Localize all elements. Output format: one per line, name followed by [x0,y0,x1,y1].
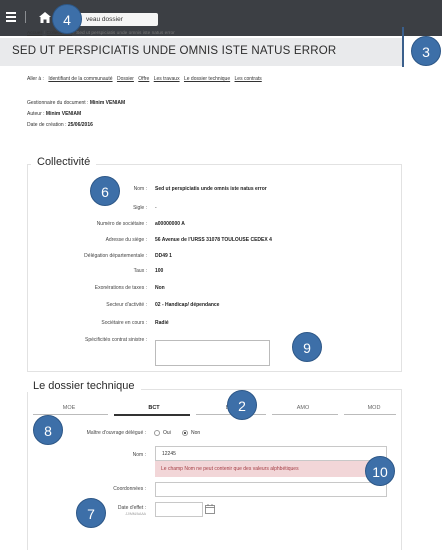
meta-created: Date de création : 25/06/2016 [27,122,93,128]
goto-link-dossier-technique[interactable]: Le dossier technique [184,76,230,82]
breadcrumb: Accueil / Collectivités / Sed ut perspic… [27,31,175,36]
field-value: 56 Avenue de l'URSS 31078 TOULOUSE CEDEX… [155,237,272,243]
radio-oui-label: Oui [163,430,171,436]
field-label: Exonérations de taxes : [94,285,147,291]
annotation-badge: 9 [292,332,322,362]
radio-oui[interactable] [154,430,160,436]
meta-author-label: Auteur : [27,111,45,117]
meta-created-value: 25/06/2016 [67,122,93,128]
nom-input[interactable]: 12245 [155,446,387,461]
nom-label: Nom : [132,452,146,458]
breadcrumb-home[interactable]: Accueil [27,31,42,36]
coordonnees-input[interactable] [155,482,387,497]
breadcrumb-current: Sed ut perspiciatis unde omnis iste natu… [76,31,175,36]
annotation-badge: 2 [227,390,257,420]
tab-bct[interactable]: BCT [124,405,184,411]
date-effet-input[interactable] [155,502,203,517]
goto-link-travaux[interactable]: Les travaux [154,76,180,82]
title-bar: SED UT PERSPICIATIS UNDE OMNIS ISTE NATU… [0,38,402,66]
field-label: Taux : [133,268,147,274]
annotation-badge: 3 [411,36,441,66]
annotation-badge: 7 [76,498,106,528]
tab-underline [344,414,396,415]
toolbar-divider [25,11,26,23]
collectivite-legend: Collectivité [31,156,97,168]
field-value: a00000000 A [155,221,185,227]
coord-label: Coordonnées : [113,486,146,492]
annotation-badge: 8 [33,415,63,445]
calendar-icon[interactable] [204,503,216,515]
meta-manager-label: Gestionnaire du document : [27,100,89,106]
nom-error-message: Le champ Nom ne peut contenir que des va… [155,461,387,477]
field-value: Radié [155,320,169,326]
field-value: - [155,205,157,211]
goto-nav: Aller à : Identifiant de la communauté D… [27,76,262,82]
field-value: Non [155,285,165,291]
meta-author: Auteur : Minim VENIAM [27,111,81,117]
menu-icon[interactable] [6,12,16,24]
tab-underline [272,414,338,415]
field-value: 02 - Handicap/ dépendance [155,302,220,308]
field-value: Sed ut perspiciatis unde omnis iste natu… [155,186,267,192]
tab-underline-active [114,414,190,416]
field-label: Spécificités contrat sinistre : [85,337,147,343]
page-title: SED UT PERSPICIATIS UNDE OMNIS ISTE NATU… [12,45,337,57]
annotation-badge: 4 [52,4,82,34]
goto-label: Aller à : [27,76,44,82]
field-label: Sociétaire en cours : [101,320,147,326]
meta-author-value: Minim VENIAM [45,111,82,117]
home-icon[interactable] [39,12,51,23]
annotation-badge: 10 [365,456,395,486]
field-label: Nom : [133,186,147,192]
tab-mod[interactable]: MOD [344,405,404,411]
scroll-indicator [402,27,404,67]
sinistre-textarea[interactable] [155,340,270,366]
tab-amo[interactable]: AMO [273,405,333,411]
field-label: Adresse du siège : [105,237,147,243]
field-label: Numéro de sociétaire : [96,221,147,227]
breadcrumb-separator: / [43,31,46,36]
field-value: 100 [155,268,164,274]
new-dossier-button[interactable]: veau dossier [76,13,158,26]
field-label: Secteur d'activité : [106,302,147,308]
tab-moe[interactable]: MOE [39,405,99,411]
radio-non[interactable] [182,430,188,436]
meta-manager-value: Minim VENIAM [89,100,126,106]
goto-link-contrats[interactable]: Les contrats [235,76,262,82]
goto-link-dossier[interactable]: Dossier [117,76,134,82]
meta-created-label: Date de création : [27,122,67,128]
dossier-legend: Le dossier technique [27,380,141,392]
meta-manager: Gestionnaire du document : Minim VENIAM [27,100,125,106]
goto-link-offre[interactable]: Offre [138,76,149,82]
field-label: Délégation départementale : [84,253,147,259]
field-label: Sigle : [133,205,147,211]
annotation-badge: 6 [90,176,120,206]
field-value: DD49 1 [155,253,172,259]
goto-link-communaute[interactable]: Identifiant de la communauté [48,76,112,82]
radio-non-label: Non [191,430,201,436]
